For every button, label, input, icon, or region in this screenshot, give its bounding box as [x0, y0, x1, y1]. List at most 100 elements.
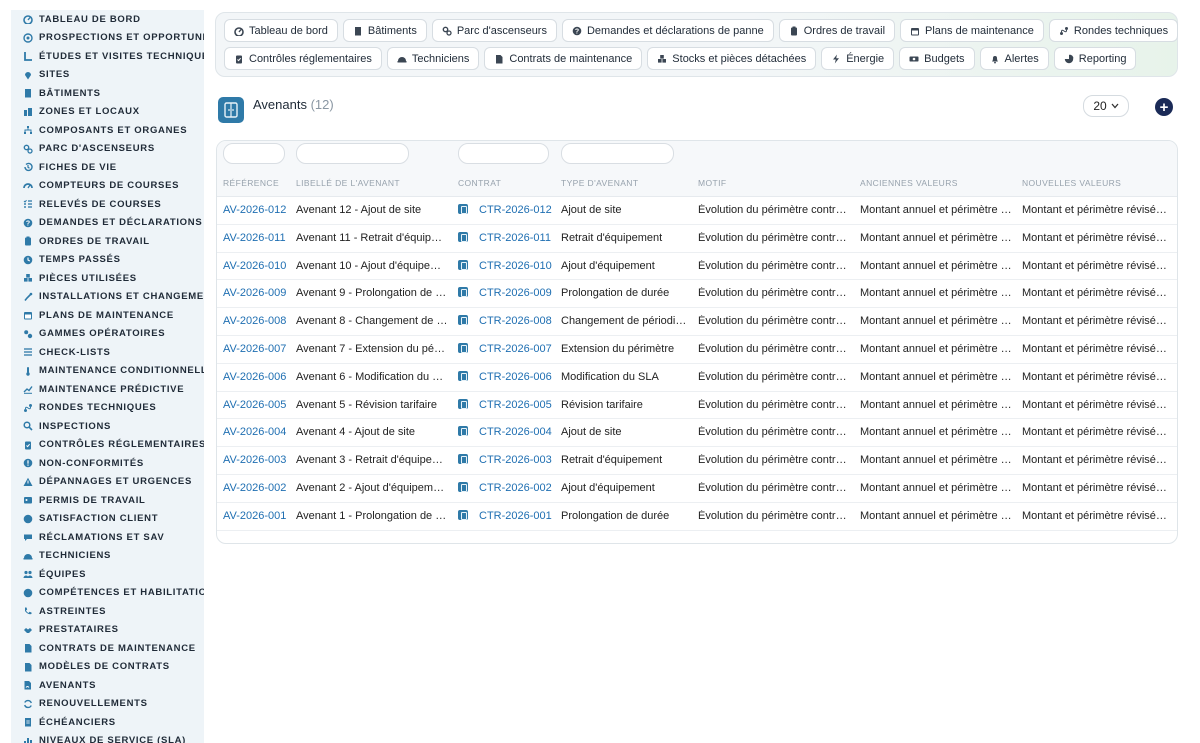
reference-link[interactable]: AV-2026-010: [223, 260, 293, 272]
filter-input-libelle[interactable]: [296, 143, 409, 164]
contract-link[interactable]: CTR-2026-012: [479, 204, 552, 216]
module-tab-controles-reglementaires[interactable]: Contrôles réglementaires: [224, 47, 382, 70]
table-row[interactable]: AV-2026-002 Avenant 2 - Ajout d'équipeme…: [217, 475, 1177, 503]
module-tab-rondes-techniques[interactable]: Rondes techniques: [1048, 19, 1179, 42]
sidebar-item-plans-de-maintenance[interactable]: PLANS DE MAINTENANCE: [11, 306, 204, 325]
sidebar-item-depannages-et-urgences[interactable]: DÉPANNAGES ET URGENCES: [11, 473, 204, 492]
reference-link[interactable]: AV-2026-011: [223, 232, 293, 244]
module-tab-tableau-de-bord[interactable]: Tableau de bord: [224, 19, 338, 42]
sidebar-item-avenants[interactable]: AVENANTS: [11, 676, 204, 695]
module-tab-parc-d-ascenseurs[interactable]: Parc d'ascenseurs: [431, 19, 557, 42]
sidebar-item-controles-reglementaires[interactable]: CONTRÔLES RÉGLEMENTAIRES: [11, 436, 204, 455]
sidebar-item-demandes-et-declarations[interactable]: ? DEMANDES ET DÉCLARATIONS: [11, 214, 204, 233]
reference-link[interactable]: AV-2026-005: [223, 399, 293, 411]
sidebar-item-echeanciers[interactable]: ÉCHÉANCIERS: [11, 713, 204, 732]
table-row[interactable]: AV-2026-007 Avenant 7 - Extension du pér…: [217, 336, 1177, 364]
module-tab-stocks-et-pieces-detachees[interactable]: Stocks et pièces détachées: [647, 47, 817, 70]
filter-input-contrat[interactable]: [458, 143, 549, 164]
reference-link[interactable]: AV-2026-008: [223, 315, 293, 327]
table-row[interactable]: AV-2026-003 Avenant 3 - Retrait d'équipe…: [217, 447, 1177, 475]
sidebar-item-competences-et-habilitations[interactable]: COMPÉTENCES ET HABILITATIONS: [11, 584, 204, 603]
sidebar-item-installations-et-changements[interactable]: INSTALLATIONS ET CHANGEMENTS: [11, 288, 204, 307]
sidebar-item-maintenance-predictive[interactable]: MAINTENANCE PRÉDICTIVE: [11, 380, 204, 399]
table-row[interactable]: AV-2026-005 Avenant 5 - Révision tarifai…: [217, 392, 1177, 420]
table-row[interactable]: AV-2026-011 Avenant 11 - Retrait d'équip…: [217, 225, 1177, 253]
sidebar-item-fiches-de-vie[interactable]: FICHES DE VIE: [11, 158, 204, 177]
sidebar-item-compteurs-de-courses[interactable]: COMPTEURS DE COURSES: [11, 177, 204, 196]
module-tab-contrats-de-maintenance[interactable]: Contrats de maintenance: [484, 47, 643, 70]
column-header[interactable]: RÉFÉRENCE: [223, 178, 279, 188]
sidebar-item-non-conformites[interactable]: NON-CONFORMITÉS: [11, 454, 204, 473]
module-tab-budgets[interactable]: Budgets: [899, 47, 975, 70]
sidebar-item-rondes-techniques[interactable]: RONDES TECHNIQUES: [11, 399, 204, 418]
table-row[interactable]: AV-2026-012 Avenant 12 - Ajout de site C…: [217, 197, 1177, 225]
sidebar-item-renouvellements[interactable]: RENOUVELLEMENTS: [11, 695, 204, 714]
contract-link[interactable]: CTR-2026-006: [479, 371, 552, 383]
reference-link[interactable]: AV-2026-006: [223, 371, 293, 383]
sidebar-item-prospections-et-opportunites[interactable]: PROSPECTIONS ET OPPORTUNITÉS: [11, 29, 204, 48]
sidebar-item-check-lists[interactable]: CHECK-LISTS: [11, 343, 204, 362]
contract-link[interactable]: CTR-2026-005: [479, 399, 552, 411]
sidebar-item-niveaux-de-service-sla[interactable]: NIVEAUX DE SERVICE (SLA): [11, 732, 204, 743]
filter-input-type[interactable]: [561, 143, 674, 164]
filter-input-reference[interactable]: [223, 143, 285, 164]
sidebar-item-tableau-de-bord[interactable]: TABLEAU DE BORD: [11, 10, 204, 29]
contract-link[interactable]: CTR-2026-010: [479, 260, 552, 272]
reference-link[interactable]: AV-2026-012: [223, 204, 293, 216]
sidebar-item-releves-de-courses[interactable]: RELEVÉS DE COURSES: [11, 195, 204, 214]
module-tab-techniciens[interactable]: Techniciens: [386, 47, 480, 70]
sidebar-item-gammes-operatoires[interactable]: GAMMES OPÉRATOIRES: [11, 325, 204, 344]
table-row[interactable]: AV-2026-010 Avenant 10 - Ajout d'équipem…: [217, 253, 1177, 281]
sidebar-item-techniciens[interactable]: TECHNICIENS: [11, 547, 204, 566]
table-row[interactable]: AV-2026-006 Avenant 6 - Modification du …: [217, 364, 1177, 392]
table-row[interactable]: AV-2026-001 Avenant 1 - Prolongation de …: [217, 503, 1177, 531]
sidebar-item-contrats-de-maintenance[interactable]: CONTRATS DE MAINTENANCE: [11, 639, 204, 658]
sidebar-item-prestataires[interactable]: PRESTATAIRES: [11, 621, 204, 640]
reference-link[interactable]: AV-2026-009: [223, 287, 293, 299]
module-tab-energie[interactable]: Énergie: [821, 47, 895, 70]
column-header[interactable]: NOUVELLES VALEURS: [1022, 178, 1121, 188]
sidebar-item-astreintes[interactable]: ASTREINTES: [11, 602, 204, 621]
contract-link[interactable]: CTR-2026-003: [479, 454, 552, 466]
module-tab-ordres-de-travail[interactable]: Ordres de travail: [778, 19, 896, 42]
column-header[interactable]: TYPE D'AVENANT: [561, 178, 638, 188]
sidebar-item-equipes[interactable]: ÉQUIPES: [11, 565, 204, 584]
module-tab-plans-de-maintenance[interactable]: Plans de maintenance: [900, 19, 1044, 42]
column-header[interactable]: MOTIF: [698, 178, 726, 188]
reference-link[interactable]: AV-2026-001: [223, 510, 293, 522]
sidebar-item-maintenance-conditionnelle[interactable]: MAINTENANCE CONDITIONNELLE: [11, 362, 204, 381]
contract-link[interactable]: CTR-2026-011: [479, 232, 551, 244]
sidebar-item-etudes-et-visites-techniques[interactable]: ÉTUDES ET VISITES TECHNIQUES: [11, 47, 204, 66]
module-tab-demandes-et-declarations-de-panne[interactable]: ? Demandes et déclarations de panne: [561, 19, 774, 42]
reference-link[interactable]: AV-2026-002: [223, 482, 293, 494]
contract-link[interactable]: CTR-2026-009: [479, 287, 552, 299]
sidebar-item-composants-et-organes[interactable]: COMPOSANTS ET ORGANES: [11, 121, 204, 140]
sidebar-item-ordres-de-travail[interactable]: ORDRES DE TRAVAIL: [11, 232, 204, 251]
sidebar-item-modeles-de-contrats[interactable]: MODÈLES DE CONTRATS: [11, 658, 204, 677]
table-row[interactable]: AV-2026-009 Avenant 9 - Prolongation de …: [217, 280, 1177, 309]
add-button[interactable]: +: [1155, 98, 1173, 116]
sidebar-item-temps-passes[interactable]: TEMPS PASSÉS: [11, 251, 204, 270]
column-header[interactable]: CONTRAT: [458, 178, 501, 188]
column-header[interactable]: LIBELLÉ DE L'AVENANT: [296, 178, 400, 188]
sidebar-item-inspections[interactable]: INSPECTIONS: [11, 417, 204, 436]
table-row[interactable]: AV-2026-004 Avenant 4 - Ajout de site CT…: [217, 419, 1177, 448]
sidebar-item-parc-d-ascenseurs[interactable]: PARC D'ASCENSEURS: [11, 140, 204, 159]
sidebar-item-batiments[interactable]: BÂTIMENTS: [11, 84, 204, 103]
reference-link[interactable]: AV-2026-003: [223, 454, 293, 466]
sidebar-item-satisfaction-client[interactable]: SATISFACTION CLIENT: [11, 510, 204, 529]
contract-link[interactable]: CTR-2026-008: [479, 315, 552, 327]
module-tab-batiments[interactable]: Bâtiments: [342, 19, 427, 42]
sidebar-item-sites[interactable]: SITES: [11, 66, 204, 85]
contract-link[interactable]: CTR-2026-007: [479, 343, 552, 355]
per-page-select[interactable]: 20: [1083, 95, 1129, 117]
reference-link[interactable]: AV-2026-004: [223, 426, 293, 438]
reference-link[interactable]: AV-2026-007: [223, 343, 293, 355]
contract-link[interactable]: CTR-2026-004: [479, 426, 552, 438]
sidebar-item-zones-et-locaux[interactable]: ZONES ET LOCAUX: [11, 103, 204, 122]
contract-link[interactable]: CTR-2026-002: [479, 482, 552, 494]
table-row[interactable]: AV-2026-008 Avenant 8 - Changement de pé…: [217, 308, 1177, 336]
contract-link[interactable]: CTR-2026-001: [479, 510, 552, 522]
sidebar-item-permis-de-travail[interactable]: PERMIS DE TRAVAIL: [11, 491, 204, 510]
module-tab-alertes[interactable]: Alertes: [979, 47, 1049, 70]
